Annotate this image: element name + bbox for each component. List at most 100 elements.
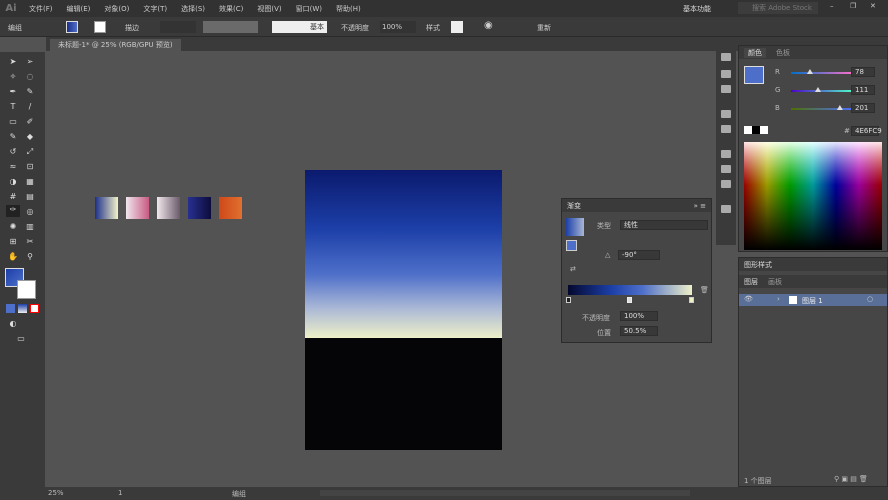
workspace-switcher[interactable]: 基本功能 — [683, 4, 711, 14]
gradient-swatch-4[interactable] — [188, 197, 211, 219]
stop-opacity-input[interactable]: 100% — [620, 311, 658, 321]
b-slider[interactable] — [791, 105, 853, 110]
close-button[interactable]: ✕ — [870, 2, 876, 10]
fill-swatch[interactable] — [66, 21, 78, 33]
transform-icon[interactable] — [721, 150, 731, 158]
menu-type[interactable]: 文字(T) — [143, 4, 167, 14]
restore-button[interactable]: ❐ — [850, 2, 856, 10]
tab-color[interactable]: 颜色 — [744, 47, 766, 58]
layer-name[interactable]: 图层 1 — [802, 296, 823, 306]
stroke-icon[interactable] — [721, 125, 731, 133]
color-guide-icon[interactable] — [721, 70, 731, 78]
gradient-preview[interactable] — [566, 218, 584, 236]
width-tool-icon[interactable]: ≈ — [8, 162, 18, 171]
menu-select[interactable]: 选择(S) — [181, 4, 205, 14]
menu-help[interactable]: 帮助(H) — [336, 4, 361, 14]
color-mode-icon[interactable] — [6, 304, 15, 313]
menu-file[interactable]: 文件(F) — [29, 4, 53, 14]
zoom-select[interactable]: 25% — [48, 489, 64, 497]
blend-tool-icon[interactable]: ◎ — [25, 207, 35, 216]
appearance-icon[interactable] — [721, 53, 731, 61]
pathfinder-icon[interactable] — [721, 180, 731, 188]
artboard[interactable] — [305, 170, 502, 450]
graphic-style-swatch[interactable] — [451, 21, 463, 33]
lasso-icon[interactable]: ◌ — [25, 72, 35, 81]
stroke-weight-input[interactable] — [160, 21, 196, 33]
gradient-mode-icon[interactable] — [18, 304, 27, 313]
r-slider[interactable] — [791, 69, 853, 74]
recolor-button[interactable]: 重新 — [537, 23, 551, 33]
shape-builder-icon[interactable]: ◑ — [8, 177, 18, 186]
color-stop-left[interactable] — [566, 297, 571, 303]
gradient-swatch-5[interactable] — [219, 197, 242, 219]
gradient-swatch-1[interactable] — [95, 197, 118, 219]
document-tab[interactable]: 未标题-1* @ 25% (RGB/GPU 预览) — [50, 39, 181, 51]
layer-actions-icons[interactable]: ⚲ ▣ ▤ 🗑 — [834, 475, 868, 483]
g-input[interactable]: 111 — [851, 85, 875, 95]
angle-input[interactable]: -90° — [618, 250, 660, 260]
target-icon[interactable]: ○ — [867, 295, 873, 303]
tab-swatches[interactable]: 色板 — [776, 48, 790, 58]
symbol-sprayer-icon[interactable]: ✺ — [8, 222, 18, 231]
stock-search-input[interactable]: 搜索 Adobe Stock — [738, 2, 818, 14]
none-mode-icon[interactable] — [30, 304, 39, 313]
gradient-slider[interactable] — [568, 285, 692, 295]
magic-wand-icon[interactable]: ✧ — [8, 72, 18, 81]
current-color-box[interactable] — [744, 66, 764, 84]
screen-mode-icon[interactable]: ▭ — [16, 334, 26, 343]
pen-tool-icon[interactable]: ✒ — [8, 87, 18, 96]
color-stop-mid[interactable] — [627, 297, 632, 303]
menu-object[interactable]: 对象(O) — [104, 4, 129, 14]
r-input[interactable]: 78 — [851, 67, 875, 77]
selection-tool-icon[interactable]: ➤ — [8, 57, 18, 66]
stroke-swatch[interactable] — [94, 21, 106, 33]
horizontal-scrollbar[interactable] — [320, 490, 690, 496]
eyedropper-tool-icon[interactable]: ✑ — [6, 205, 20, 217]
delete-stop-icon[interactable]: 🗑 — [700, 286, 709, 294]
b-input[interactable]: 201 — [851, 103, 875, 113]
visibility-eye-icon[interactable]: 👁 — [744, 295, 753, 303]
sky-gradient-rectangle[interactable] — [305, 170, 502, 338]
stroke-color-box[interactable] — [17, 280, 36, 299]
menu-window[interactable]: 窗口(W) — [296, 4, 322, 14]
brushes-icon[interactable] — [721, 110, 731, 118]
color-stop-right[interactable] — [689, 297, 694, 303]
minimize-button[interactable]: – — [830, 2, 834, 10]
hex-input[interactable]: 4E6FC9 — [851, 126, 882, 136]
artboard-select[interactable]: 1 — [118, 489, 122, 497]
type-tool-icon[interactable]: T — [8, 102, 18, 111]
g-slider-thumb[interactable] — [814, 87, 821, 92]
color-spectrum[interactable] — [744, 142, 882, 250]
direct-selection-tool-icon[interactable]: ➢ — [25, 57, 35, 66]
black-rectangle[interactable] — [305, 338, 502, 450]
menu-edit[interactable]: 编辑(E) — [67, 4, 91, 14]
curvature-tool-icon[interactable]: ✎ — [25, 87, 35, 96]
gradient-type-select[interactable]: 线性 — [620, 220, 708, 230]
g-slider[interactable] — [791, 87, 853, 92]
symbols-icon[interactable] — [721, 85, 731, 93]
black-color-icon[interactable] — [752, 126, 760, 134]
layer-row[interactable]: 👁 › 图层 1 ○ — [739, 294, 887, 306]
opacity-input[interactable]: 100% — [380, 21, 416, 33]
tab-artboards[interactable]: 画板 — [768, 277, 782, 287]
free-transform-icon[interactable]: ⊡ — [25, 162, 35, 171]
brush-definition[interactable]: 基本 — [272, 21, 327, 33]
gradient-swatch-3[interactable] — [157, 197, 180, 219]
menu-view[interactable]: 视图(V) — [257, 4, 281, 14]
gradient-tool-icon[interactable]: ▤ — [25, 192, 35, 201]
tab-layers[interactable]: 图层 — [744, 277, 758, 287]
align-icon[interactable] — [721, 165, 731, 173]
artboard-tool-icon[interactable]: ⊞ — [8, 237, 18, 246]
hand-tool-icon[interactable]: ✋ — [8, 252, 18, 261]
paintbrush-icon[interactable]: ✐ — [25, 117, 35, 126]
line-tool-icon[interactable]: / — [25, 102, 35, 111]
white-color-icon[interactable] — [760, 126, 768, 134]
panel-menu-icon[interactable]: » ≡ — [694, 202, 706, 210]
column-graph-icon[interactable]: ▥ — [25, 222, 35, 231]
shaper-tool-icon[interactable]: ✎ — [8, 132, 18, 141]
zoom-tool-icon[interactable]: ⚲ — [25, 252, 35, 261]
draw-mode-icon[interactable]: ◐ — [8, 319, 18, 328]
eraser-icon[interactable]: ◆ — [25, 132, 35, 141]
stop-location-input[interactable]: 50.5% — [620, 326, 658, 336]
r-slider-thumb[interactable] — [806, 69, 813, 74]
